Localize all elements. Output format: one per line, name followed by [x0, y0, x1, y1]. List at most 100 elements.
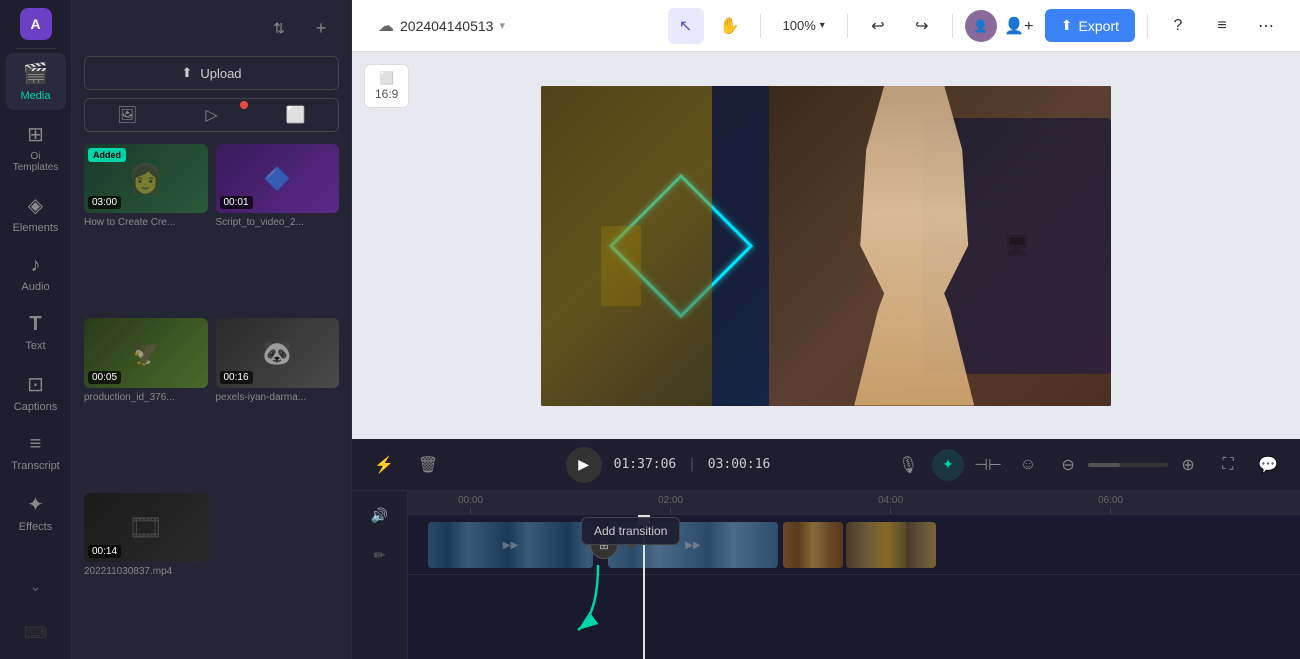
sidebar-item-label: Oi Templates: [10, 151, 62, 173]
keyboard-icon[interactable]: ⌨: [18, 615, 54, 651]
divider: [1147, 14, 1148, 38]
media-thumbnail[interactable]: 🦅 00:05: [84, 318, 208, 387]
redo-button[interactable]: ↪: [904, 8, 940, 44]
add-user-icon: 👤+: [1004, 16, 1033, 36]
sidebar-item-captions[interactable]: ⊡ Captions: [6, 364, 66, 421]
delete-button[interactable]: 🗑: [412, 449, 444, 481]
zoom-button[interactable]: 100% ▾: [773, 12, 835, 39]
upload-button[interactable]: ⬆ Upload: [84, 56, 339, 90]
project-name-button[interactable]: ☁ 202404140513 ▾: [368, 10, 515, 42]
hand-tool-button[interactable]: ✋: [712, 8, 748, 44]
panel-add-button[interactable]: +: [303, 10, 339, 46]
transcript-icon: ≡: [30, 433, 42, 456]
split-at-playhead-button[interactable]: ⊣⊢: [972, 449, 1004, 481]
screen-filter-icon: ⬜: [286, 105, 306, 125]
upload-label: Upload: [200, 66, 241, 81]
volume-button[interactable]: 🔊: [364, 499, 396, 531]
sidebar-item-label: Transcript: [11, 460, 60, 472]
panel-header: ⇅ +: [72, 0, 351, 56]
divider: [952, 14, 953, 38]
pencil-icon: ✏: [374, 547, 386, 564]
mic-button[interactable]: 🎙: [892, 449, 924, 481]
ruler-tick: [670, 508, 671, 514]
video-clip[interactable]: ▶▶: [608, 522, 778, 568]
list-item: Added 👩 03:00 How to Create Cre...: [84, 144, 208, 310]
aspect-icon: ⬜: [379, 71, 394, 85]
video-clip[interactable]: [846, 522, 936, 568]
sidebar-item-text[interactable]: T Text: [6, 305, 66, 360]
list-item: 🦅 00:05 production_id_376...: [84, 318, 208, 484]
split-at-icon: ⊣⊢: [974, 455, 1002, 475]
user-avatar[interactable]: A: [20, 8, 52, 40]
mic-icon: 🎙: [898, 455, 918, 475]
smiley-icon: ☺: [1020, 456, 1036, 474]
undo-button[interactable]: ↩: [860, 8, 896, 44]
notification-badge: [240, 101, 248, 109]
left-navigation: A 🎬 Media ⊞ Oi Templates ◈ Elements ♪ Au…: [0, 0, 72, 659]
sidebar-item-media[interactable]: 🎬 Media: [6, 53, 66, 110]
timeline-area: ⚡ 🗑 ▶ 01:37:06 | 03:00:16 🎙 ✦: [352, 439, 1300, 659]
panel-sort-button[interactable]: ⇅: [261, 10, 297, 46]
play-button[interactable]: ▶: [566, 447, 602, 483]
export-button[interactable]: ⬆ Export: [1045, 9, 1135, 42]
zoom-level-label: 100%: [783, 18, 816, 33]
smiley-button[interactable]: ☺: [1012, 449, 1044, 481]
project-name-label: 202404140513: [400, 18, 493, 34]
media-thumbnail[interactable]: 🎞 00:14: [84, 493, 208, 562]
canvas-area: ⬜ 16:9: [352, 52, 1300, 439]
fullscreen-button[interactable]: ⛶: [1212, 449, 1244, 481]
avatar-group: 👤 👤+: [965, 8, 1037, 44]
timeline-right-tools: 🎙 ✦ ⊣⊢ ☺ ⊖: [892, 449, 1284, 481]
sidebar-item-label: Audio: [21, 281, 49, 293]
zoom-out-button[interactable]: ⊖: [1052, 449, 1084, 481]
collapse-toggle[interactable]: ⌄: [6, 570, 66, 603]
split-tool-button[interactable]: ⚡: [368, 449, 400, 481]
captions-icon: ⊡: [27, 372, 44, 397]
ruler-mark: 00:00: [458, 495, 483, 514]
transition-marker[interactable]: ⊞: [590, 531, 618, 559]
media-panel: ⇅ + ⬆ Upload 🖼 ▷ ⬜ Added 👩 03:00: [72, 0, 352, 659]
video-canvas: 🖥: [541, 86, 1111, 406]
help-button[interactable]: ?: [1160, 8, 1196, 44]
dropdown-icon: ▾: [499, 19, 505, 32]
redo-icon: ↪: [915, 16, 928, 36]
current-time: 01:37:06: [614, 457, 677, 472]
sidebar-item-transcript[interactable]: ≡ Transcript: [6, 425, 66, 480]
sidebar-item-label: Text: [25, 340, 45, 352]
filter-screen-btn[interactable]: ⬜: [254, 99, 338, 131]
more-button[interactable]: ⋯: [1248, 8, 1284, 44]
ai-icon: ✦: [942, 456, 954, 473]
volume-icon: 🔊: [371, 507, 388, 524]
sidebar-item-audio[interactable]: ♪ Audio: [6, 246, 66, 301]
export-icon: ⬆: [1061, 17, 1073, 34]
media-duration: 00:16: [220, 371, 253, 384]
sidebar-item-templates[interactable]: ⊞ Oi Templates: [6, 114, 66, 181]
filter-image-btn[interactable]: 🖼: [85, 99, 169, 131]
zoom-in-button[interactable]: ⊕: [1172, 449, 1204, 481]
menu-button[interactable]: ≡: [1204, 8, 1240, 44]
comment-icon: 💬: [1258, 455, 1278, 475]
invite-user-button[interactable]: 👤+: [1001, 8, 1037, 44]
ai-assist-button[interactable]: ✦: [932, 449, 964, 481]
transition-icon: ⊞: [599, 538, 609, 552]
ruler-tick: [1110, 508, 1111, 514]
filter-video-btn[interactable]: ▷: [169, 99, 253, 131]
media-thumbnail[interactable]: 🐼 00:16: [216, 318, 340, 387]
zoom-track[interactable]: [1088, 463, 1168, 467]
pencil-button[interactable]: ✏: [364, 539, 396, 571]
split-icon: ⚡: [374, 455, 394, 475]
cloud-icon: ☁: [378, 16, 394, 36]
media-thumbnail[interactable]: 🔷 00:01: [216, 144, 340, 213]
timeline-track-area: 🔊 ✏ 00:00 02:00: [352, 491, 1300, 659]
comment-button[interactable]: 💬: [1252, 449, 1284, 481]
divider: [847, 14, 848, 38]
aspect-ratio-button[interactable]: ⬜ 16:9: [364, 64, 409, 108]
select-tool-button[interactable]: ↖: [668, 8, 704, 44]
sidebar-item-effects[interactable]: ✦ Effects: [6, 484, 66, 541]
sidebar-item-elements[interactable]: ◈ Elements: [6, 185, 66, 242]
media-duration: 00:01: [220, 196, 253, 209]
video-clip[interactable]: [783, 522, 843, 568]
list-item: 🐼 00:16 pexels-iyan-darma...: [216, 318, 340, 484]
media-thumbnail[interactable]: Added 👩 03:00: [84, 144, 208, 213]
timeline-content: 00:00 02:00 04:00 06:00: [408, 491, 1300, 659]
